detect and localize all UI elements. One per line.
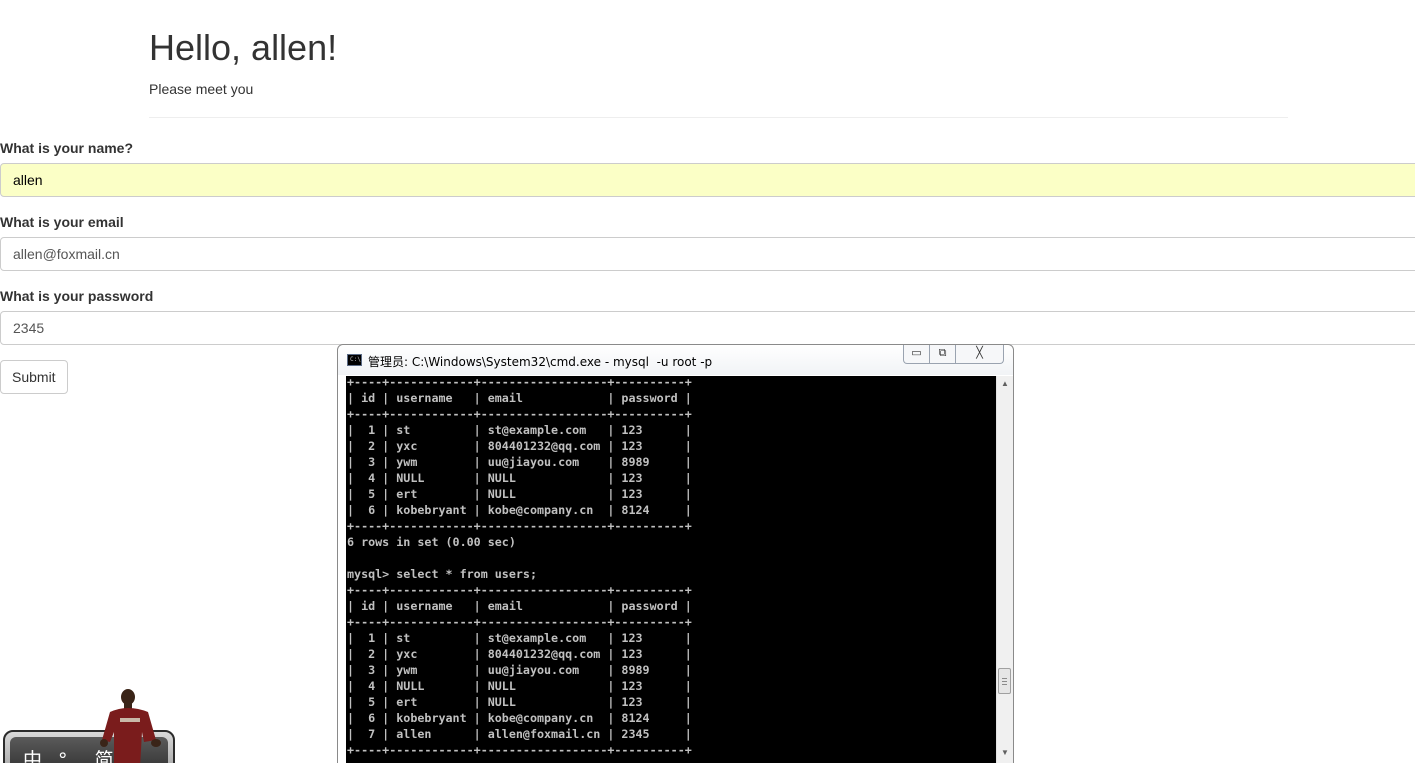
cmd-line: +----+------------+------------------+--… [347, 519, 692, 533]
email-input[interactable] [0, 237, 1415, 271]
password-label: What is your password [0, 288, 154, 304]
page: Hello, allen! Please meet you What is yo… [0, 0, 1415, 763]
cmd-window[interactable]: C:\ 管理员: C:\Windows\System32\cmd.exe - m… [337, 344, 1014, 763]
minimize-icon[interactable]: ▭ [903, 345, 930, 364]
cmd-line: +----+------------+------------------+--… [347, 376, 692, 389]
cmd-scrollbar[interactable]: ▲ ▼ [996, 376, 1013, 763]
password-input[interactable] [0, 311, 1415, 345]
submit-button[interactable]: Submit [0, 360, 68, 394]
cmd-app-icon-text: C:\ [350, 356, 361, 363]
restore-icon[interactable]: ⧉ [929, 345, 956, 364]
scroll-thumb[interactable] [998, 668, 1011, 694]
cmd-line: | 6 | kobebryant | kobe@company.cn | 812… [347, 503, 692, 517]
cmd-line: | id | username | email | password | [347, 599, 692, 613]
cmd-line: | id | username | email | password | [347, 391, 692, 405]
cmd-line: | 2 | yxc | 804401232@qq.com | 123 | [347, 647, 692, 661]
name-input[interactable] [0, 163, 1415, 197]
divider [149, 117, 1288, 118]
page-header: Hello, allen! Please meet you [149, 26, 1288, 97]
cmd-line: +----+------------+------------------+--… [347, 583, 692, 597]
cmd-line: +----+------------+------------------+--… [347, 615, 692, 629]
cmd-line: | 6 | kobebryant | kobe@company.cn | 812… [347, 711, 692, 725]
page-title: Hello, allen! [149, 27, 338, 68]
cmd-line: 6 rows in set (0.00 sec) [347, 535, 516, 549]
cmd-app-icon[interactable]: C:\ [347, 354, 362, 366]
cmd-line: | 5 | ert | NULL | 123 | [347, 695, 692, 709]
cmd-line: | 7 | allen | allen@foxmail.cn | 2345 | [347, 727, 692, 741]
ime-mascot-icon [100, 689, 161, 763]
cmd-line: +----+------------+------------------+--… [347, 743, 692, 757]
cmd-line: mysql> select * from users; [347, 567, 537, 581]
cmd-line: | 1 | st | st@example.com | 123 | [347, 423, 692, 437]
email-label: What is your email [0, 214, 124, 230]
cmd-line: | 1 | st | st@example.com | 123 | [347, 631, 692, 645]
cmd-output: +----+------------+------------------+--… [346, 376, 996, 758]
cmd-line: | 4 | NULL | NULL | 123 | [347, 471, 692, 485]
cmd-line: | 3 | ywm | uu@jiayou.com | 8989 | [347, 455, 692, 469]
name-label: What is your name? [0, 140, 134, 156]
cmd-console[interactable]: +----+------------+------------------+--… [346, 376, 996, 763]
cmd-line: | 5 | ert | NULL | 123 | [347, 487, 692, 501]
cmd-line: +----+------------+------------------+--… [347, 407, 692, 421]
cmd-line: | 3 | ywm | uu@jiayou.com | 8989 | [347, 663, 692, 677]
cmd-line: | 2 | yxc | 804401232@qq.com | 123 | [347, 439, 692, 453]
cmd-window-title: 管理员: C:\Windows\System32\cmd.exe - mysql… [368, 355, 713, 369]
cmd-line: | 4 | NULL | NULL | 123 | [347, 679, 692, 693]
cmd-titlebar[interactable]: C:\ 管理员: C:\Windows\System32\cmd.exe - m… [338, 345, 1013, 375]
scroll-up-icon[interactable]: ▲ [997, 376, 1013, 392]
close-icon[interactable]: ╳ [955, 345, 1004, 364]
page-subtitle: Please meet you [149, 81, 254, 97]
scroll-down-icon[interactable]: ▼ [997, 745, 1013, 761]
